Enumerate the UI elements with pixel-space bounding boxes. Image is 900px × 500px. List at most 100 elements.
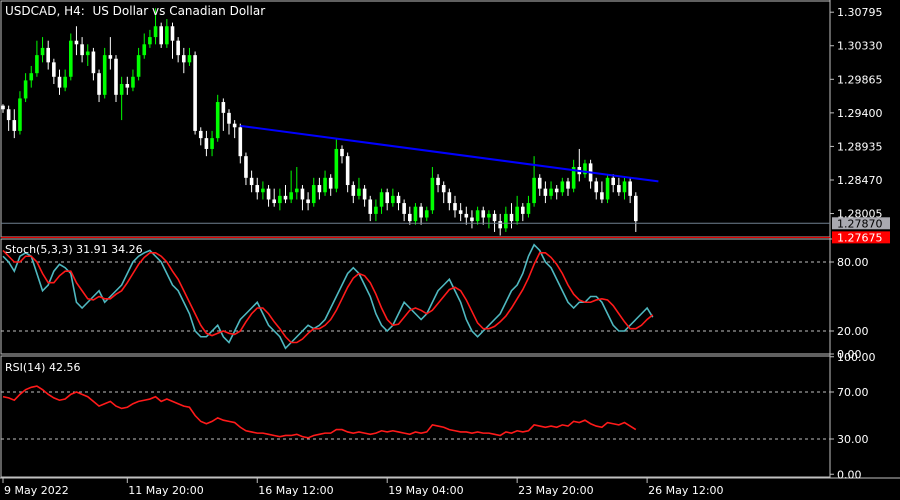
candle-body — [379, 192, 384, 207]
candle-body — [605, 177, 610, 200]
candle-body — [300, 188, 305, 200]
candle-body — [317, 185, 322, 193]
candle-body — [278, 195, 282, 204]
indicator-level-lines — [1, 261, 830, 440]
candle-body — [396, 195, 401, 204]
rsi-tick-label: 100.00 — [837, 351, 876, 364]
candle-body — [91, 51, 96, 74]
candle-body — [198, 130, 203, 139]
candle-body — [136, 55, 141, 77]
stoch-signal-line — [2, 249, 654, 344]
stoch-tick-label: 20.00 — [837, 325, 869, 338]
candle-body — [362, 188, 367, 200]
candle-body — [634, 195, 638, 222]
candle-body — [148, 37, 152, 45]
candle-body — [374, 206, 378, 214]
candle-body — [165, 26, 169, 45]
time-tick-label: 23 May 20:00 — [518, 484, 593, 497]
candle-body — [549, 188, 553, 196]
price-axis: 1.30795 1.30330 1.29865 1.29400 1.28935 1.284… — [830, 6, 890, 481]
bid-price-label: 1.27870 — [837, 217, 883, 230]
stoch-tick-label: 80.00 — [837, 256, 869, 269]
candle-body — [441, 185, 446, 193]
candle-body — [351, 185, 356, 196]
candle-body — [453, 203, 457, 211]
candle-body — [328, 177, 333, 189]
trendline[interactable] — [240, 124, 659, 183]
candle-body — [52, 62, 56, 77]
candle-body — [80, 44, 84, 56]
candle-body — [521, 206, 525, 214]
ask-price-label: 1.27675 — [837, 231, 883, 244]
candle-body — [1, 105, 5, 110]
candle-body — [600, 192, 604, 200]
candle-body — [102, 55, 107, 95]
candle-body — [419, 206, 423, 218]
candle-body — [391, 195, 395, 204]
candle-body — [283, 195, 288, 200]
candle-body — [232, 123, 237, 128]
candle-body — [182, 55, 186, 63]
candle-body — [323, 177, 327, 193]
pane-frame — [0, 238, 831, 355]
candle-body — [289, 192, 293, 200]
candle-body — [566, 181, 570, 189]
rsi-value: 42.56 — [48, 361, 81, 374]
candle-body — [402, 203, 406, 214]
pane-frames — [0, 0, 900, 479]
time-tick-label: 19 May 04:00 — [388, 484, 463, 497]
candle-body — [23, 80, 28, 99]
candle-body — [266, 188, 271, 200]
candle-body — [509, 213, 514, 222]
time-tick-label: 9 May 2022 — [4, 484, 69, 497]
candle-body — [255, 185, 260, 193]
candle-body — [295, 188, 299, 193]
candle-body — [159, 26, 163, 45]
candle-body — [470, 217, 474, 222]
candle-body — [244, 156, 248, 178]
candle-body — [504, 213, 508, 229]
candle-body — [119, 83, 124, 95]
candle-body — [617, 185, 621, 193]
candle-body — [85, 51, 90, 56]
candle-body — [532, 177, 536, 204]
candle-body — [622, 181, 627, 193]
candle-body — [114, 58, 118, 95]
candle-body — [357, 188, 361, 196]
candle-body — [170, 26, 175, 41]
candlestick-series — [1, 8, 638, 236]
candle-body — [424, 210, 429, 218]
candle-body — [35, 55, 39, 74]
candle-body — [63, 76, 67, 88]
candle-body — [249, 177, 254, 186]
candle-body — [272, 199, 276, 204]
candle-body — [560, 181, 565, 193]
price-tick-label: 1.28935 — [837, 140, 883, 153]
candle-body — [204, 138, 209, 149]
time-tick-label: 11 May 20:00 — [128, 484, 203, 497]
price-tick-label: 1.30795 — [837, 6, 883, 19]
candle-body — [611, 177, 615, 186]
pane-frame — [0, 0, 831, 238]
candle-body — [108, 55, 113, 59]
candle-body — [408, 213, 412, 222]
price-tick-label: 1.29865 — [837, 73, 883, 86]
candle-body — [385, 192, 389, 204]
candle-body — [57, 76, 62, 88]
candle-body — [515, 206, 519, 222]
candle-body — [537, 177, 542, 189]
candle-body — [464, 213, 469, 218]
candle-body — [210, 138, 214, 149]
candle-body — [413, 206, 418, 222]
candle-body — [430, 177, 435, 211]
candle-body — [12, 120, 17, 131]
candle-body — [221, 102, 226, 113]
candle-body — [334, 148, 339, 189]
candle-body — [74, 40, 79, 45]
candle-body — [526, 203, 531, 214]
price-tick-label: 1.28470 — [837, 174, 883, 187]
price-tick-label: 1.29400 — [837, 107, 883, 120]
price-tick-label: 1.30330 — [837, 40, 883, 53]
candle-body — [487, 213, 491, 218]
candle-body — [29, 73, 34, 81]
